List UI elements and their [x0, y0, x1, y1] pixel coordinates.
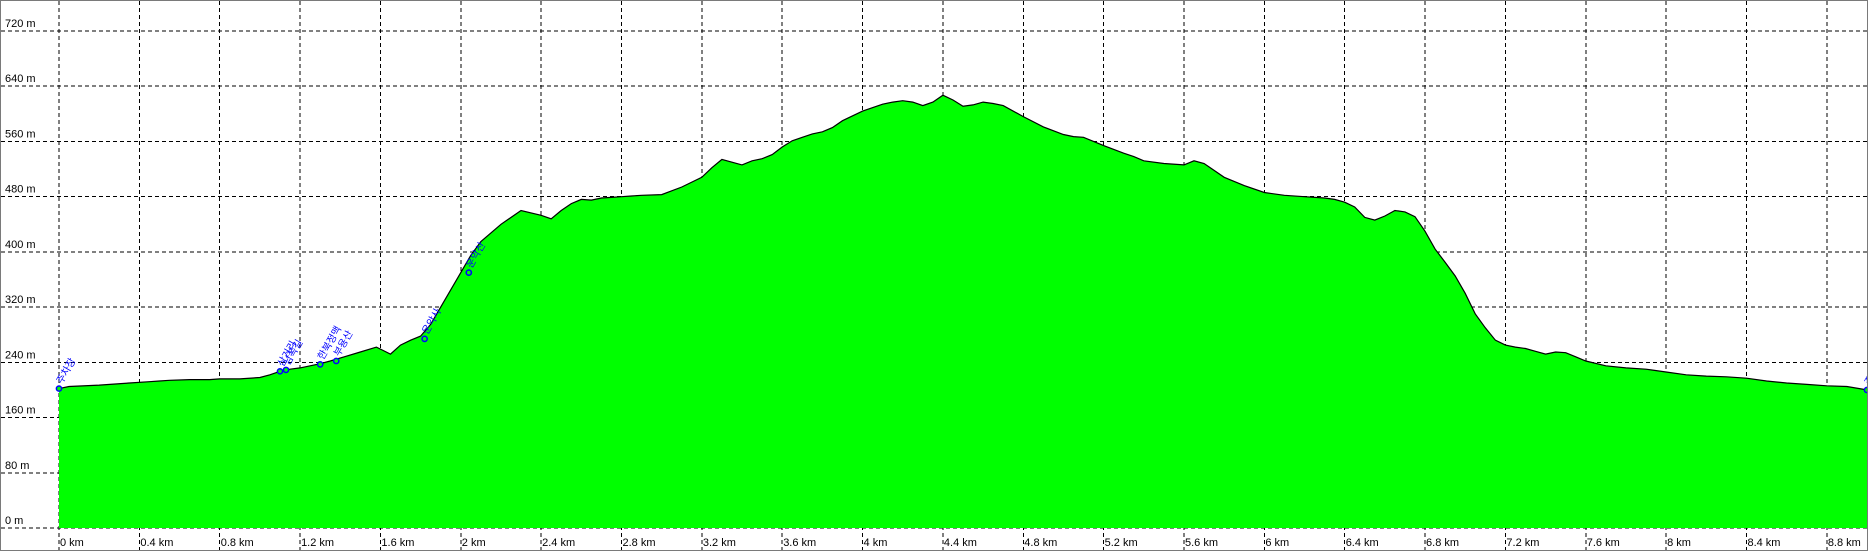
waypoint-marker	[316, 361, 324, 368]
x-tick-label: 6.4 km	[1346, 537, 1379, 549]
x-axis-ticks: 0 km 0.4 km 0.8 km 1.2 km 1.6 km 2 km 2.4 km 2.…	[60, 537, 1861, 549]
waypoint-marker	[465, 269, 473, 276]
x-tick-label: 6 km	[1265, 537, 1289, 549]
x-tick-label: 4.8 km	[1024, 537, 1057, 549]
elevation-area	[59, 95, 1867, 528]
x-tick-label: 6.8 km	[1426, 537, 1459, 549]
x-tick-label: 2.8 km	[622, 537, 655, 549]
area-layer	[58, 94, 1868, 528]
y-tick-label: 560 m	[5, 128, 36, 140]
x-tick-label: 8.4 km	[1747, 537, 1780, 549]
elevation-profile-chart: 0 m 80 m 160 m 240 m 320 m 400 m 480 m 560 m 640…	[0, 0, 1868, 551]
y-tick-label: 640 m	[5, 73, 36, 85]
waypoint-label: 주차장	[54, 356, 78, 386]
y-tick-label: 720 m	[5, 18, 36, 30]
x-tick-label: 5.2 km	[1105, 537, 1138, 549]
y-tick-label: 0 m	[5, 515, 23, 527]
x-tick-label: 2 km	[462, 537, 486, 549]
x-tick-label: 3.2 km	[703, 537, 736, 549]
waypoint-marker	[1863, 386, 1868, 394]
x-tick-label: 3.6 km	[783, 537, 816, 549]
x-tick-label: 5.6 km	[1185, 537, 1218, 549]
y-tick-label: 320 m	[5, 294, 36, 306]
x-tick-label: 7.2 km	[1506, 537, 1539, 549]
y-tick-label: 80 m	[5, 460, 29, 472]
y-tick-label: 400 m	[5, 239, 36, 251]
waypoint-marker	[282, 366, 290, 374]
elevation-chart-svg: 0 m 80 m 160 m 240 m 320 m 400 m 480 m 560 m 640…	[1, 1, 1868, 550]
y-axis-ticks: 0 m 80 m 160 m 240 m 320 m 400 m 480 m 560 m 640…	[5, 18, 36, 527]
x-tick-label: 1.2 km	[301, 537, 334, 549]
x-tick-label: 0.4 km	[140, 537, 173, 549]
y-tick-label: 240 m	[5, 349, 36, 361]
y-tick-label: 480 m	[5, 184, 36, 196]
x-tick-label: 2.4 km	[542, 537, 575, 549]
waypoint-marker	[55, 385, 63, 392]
x-tick-label: 0.8 km	[221, 537, 254, 549]
waypoint-marker	[276, 367, 284, 375]
waypoint-marker	[421, 335, 428, 343]
x-tick-label: 8 km	[1667, 537, 1691, 549]
y-tick-label: 160 m	[5, 405, 36, 417]
x-tick-label: 1.6 km	[381, 537, 414, 549]
x-tick-label: 8.8 km	[1828, 537, 1861, 549]
waypoint-marker	[332, 357, 340, 365]
x-tick-label: 7.6 km	[1587, 537, 1620, 549]
x-tick-label: 4.4 km	[944, 537, 977, 549]
x-tick-label: 0 km	[60, 537, 84, 549]
x-tick-label: 4 km	[864, 537, 888, 549]
